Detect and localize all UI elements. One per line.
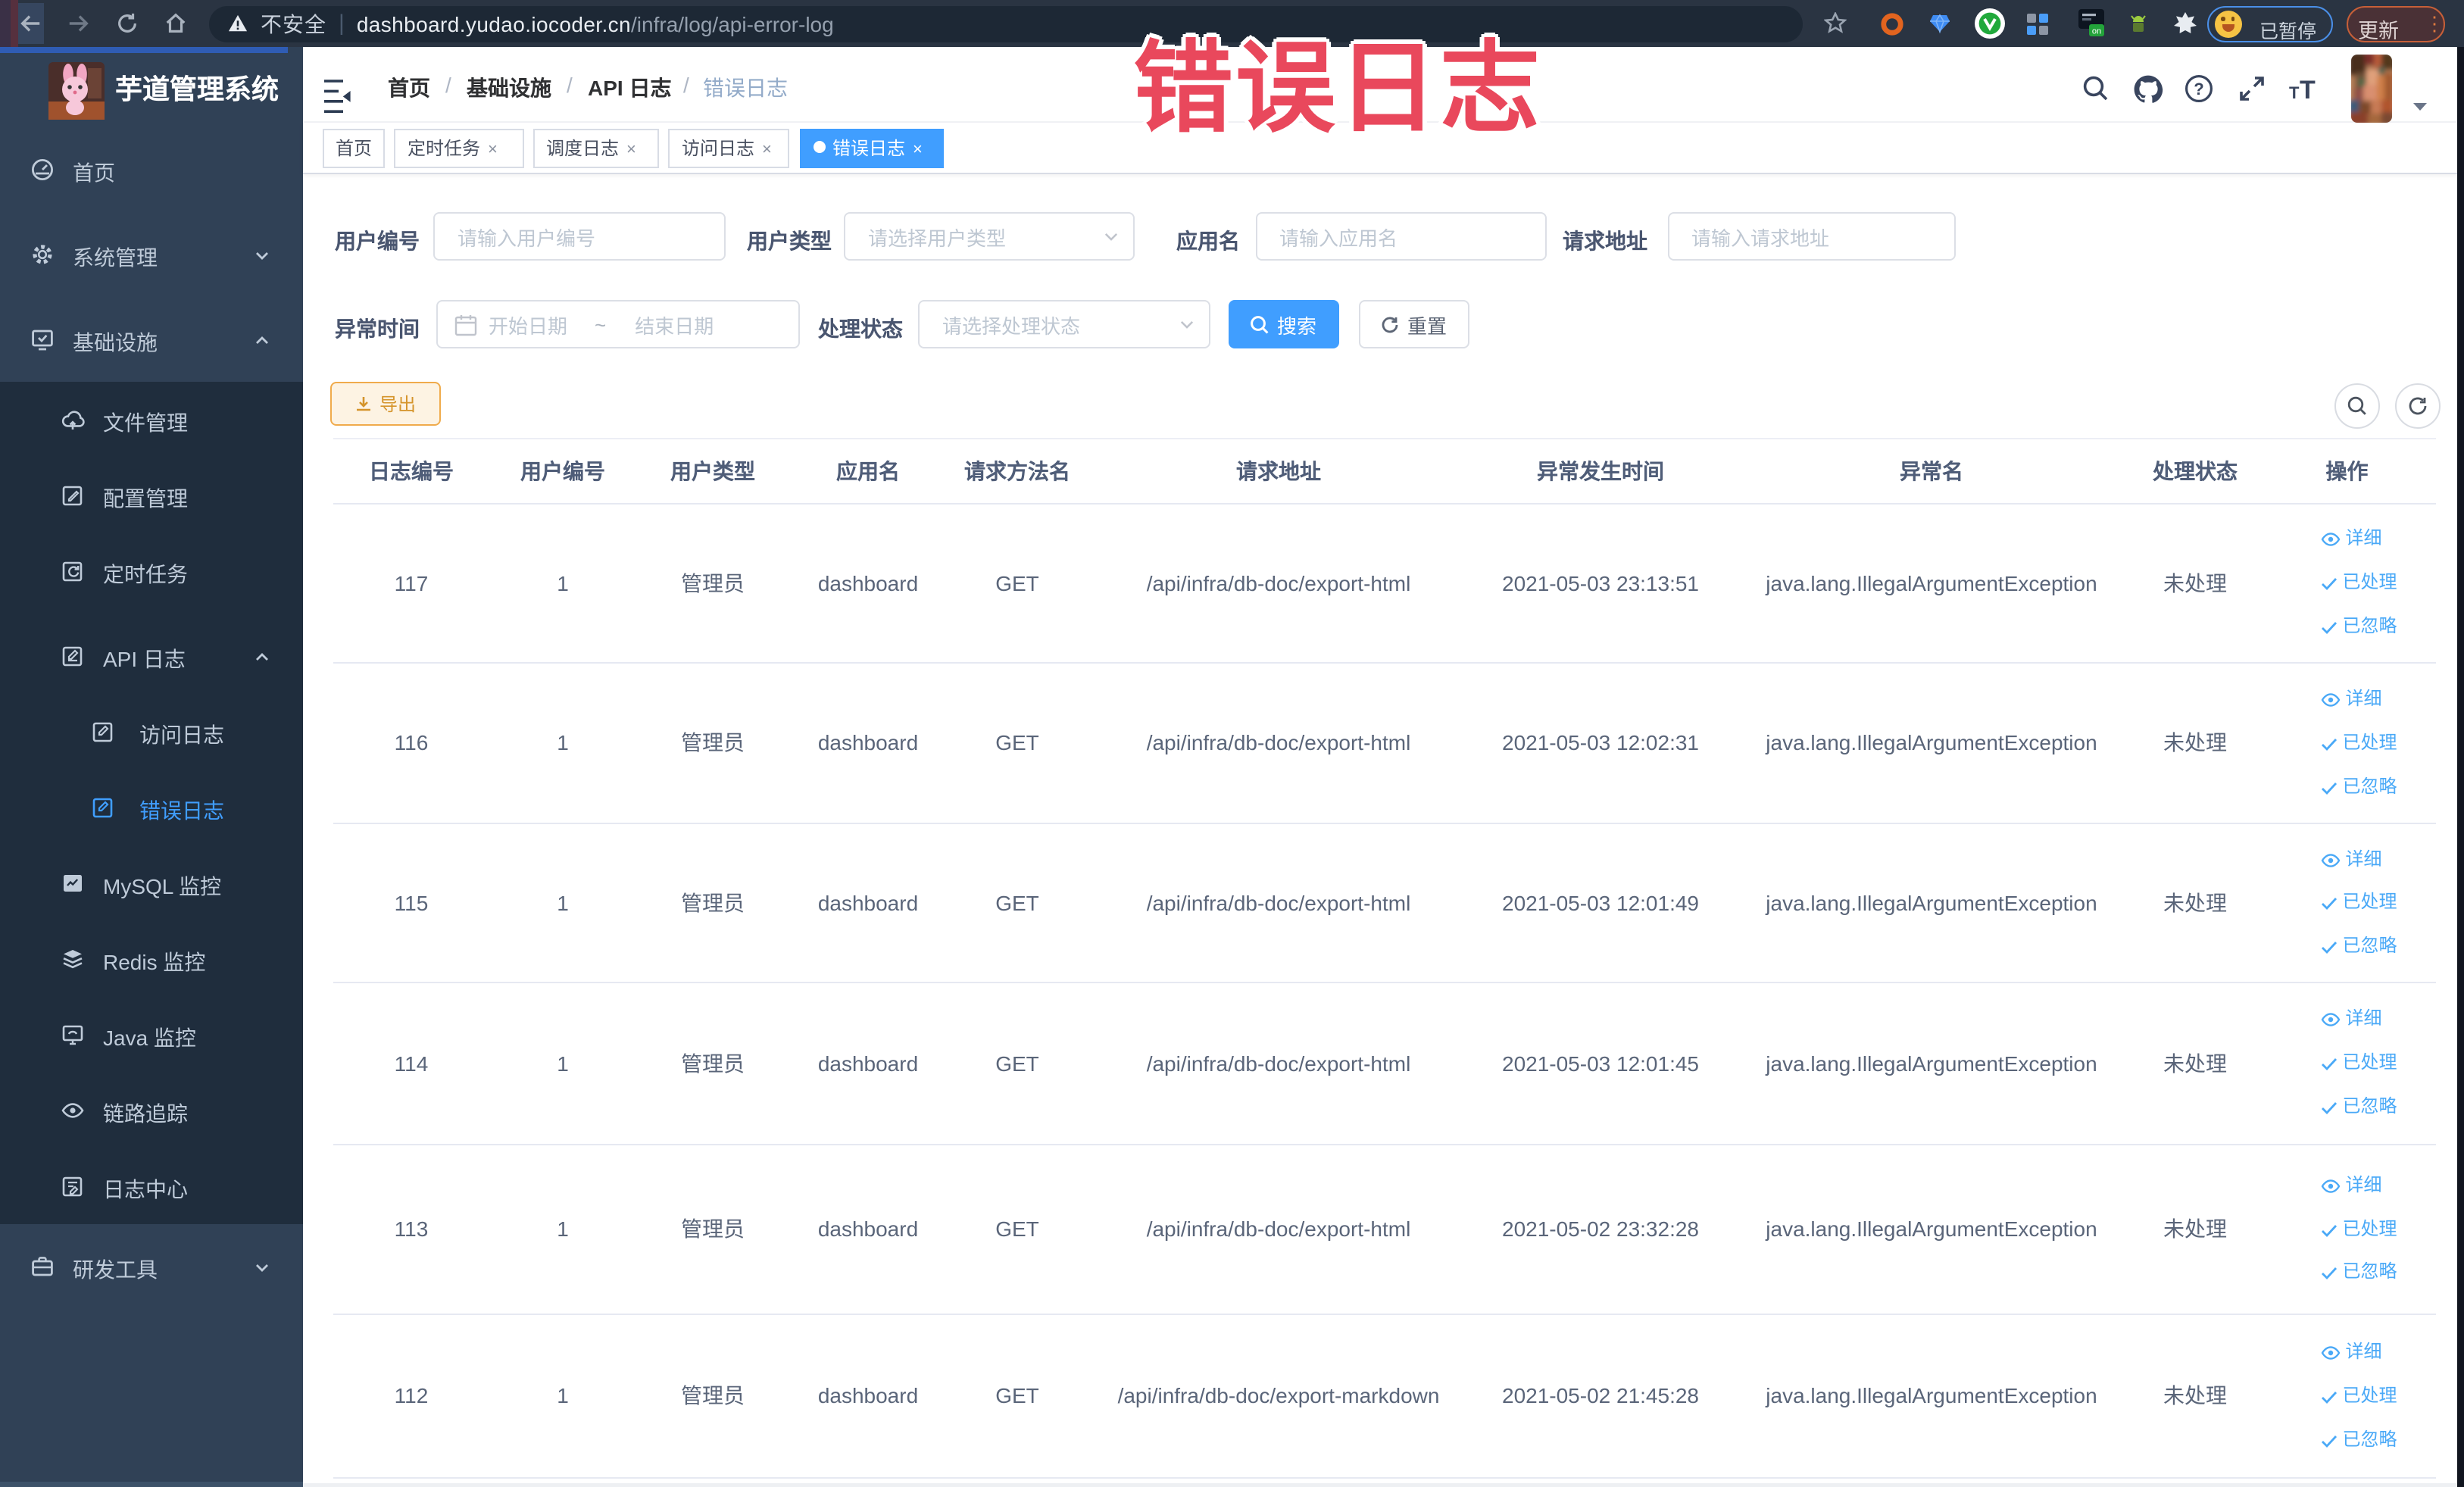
svg-text:T: T: [2289, 83, 2300, 102]
svg-text:on: on: [2091, 27, 2100, 36]
svg-text:T: T: [2300, 76, 2316, 103]
svg-text:?: ?: [2194, 80, 2203, 98]
